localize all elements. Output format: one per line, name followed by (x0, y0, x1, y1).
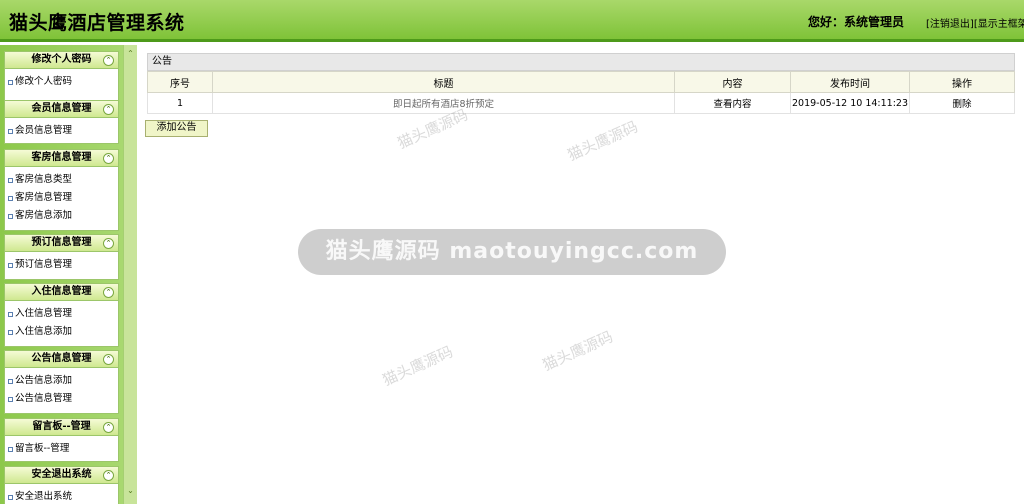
menu-head-label: 安全退出系统 (31, 469, 92, 480)
collapse-icon[interactable]: ⌃ (103, 354, 114, 365)
cell-time: 2019-05-12 10 14:11:23 (790, 92, 910, 114)
cell-title: 即日起所有酒店8折预定 (212, 92, 675, 114)
menu-head[interactable]: 修改个人密码 ⌃ (4, 51, 119, 69)
sidebar: 修改个人密码 ⌃ 修改个人密码 会员信息管理 ⌃ 会员信息管理 客房信息管理 ⌃ 客房… (0, 45, 123, 504)
menu-head[interactable]: 安全退出系统 ⌃ (4, 466, 119, 484)
menu-head[interactable]: 入住信息管理 ⌃ (4, 283, 119, 301)
app-title: 猫头鹰酒店管理系统 (9, 12, 185, 34)
sidebar-scrollbar[interactable]: ⌃ ⌄ (123, 45, 137, 504)
menu-body: 留言板--管理 (4, 436, 119, 462)
menu-head-label: 入住信息管理 (31, 286, 92, 297)
menu-body: 会员信息管理 (4, 118, 119, 144)
column-header-content: 内容 (674, 71, 791, 93)
menu-section-password: 修改个人密码 ⌃ 修改个人密码 (4, 51, 119, 101)
delete-link[interactable]: 删除 (909, 92, 1015, 114)
sidebar-item-room-manage[interactable]: 客房信息管理 (5, 189, 118, 207)
header-bar: 猫头鹰酒店管理系统 您好：系统管理员 [注销退出][显示主框架] (0, 0, 1024, 42)
sidebar-item-booking-manage[interactable]: 预订信息管理 (5, 256, 118, 274)
column-header-action: 操作 (909, 71, 1015, 93)
menu-head[interactable]: 客房信息管理 ⌃ (4, 149, 119, 167)
menu-head[interactable]: 公告信息管理 ⌃ (4, 350, 119, 368)
sidebar-item-notice-add[interactable]: 公告信息添加 (5, 372, 118, 390)
logout-link[interactable]: [注销退出] (926, 19, 974, 30)
panel-title: 公告 (147, 53, 1015, 71)
cell-id: 1 (147, 92, 213, 114)
menu-head-label: 留言板--管理 (32, 421, 91, 432)
collapse-icon[interactable]: ⌃ (103, 55, 114, 66)
sidebar-item-change-password[interactable]: 修改个人密码 (5, 73, 118, 91)
header-links: [注销退出][显示主框架] (926, 15, 1024, 30)
watermark-banner: 猫头鹰源码 maotouyingcc.com (298, 229, 726, 275)
sidebar-item-room-type[interactable]: 客房信息类型 (5, 171, 118, 189)
menu-head[interactable]: 留言板--管理 ⌃ (4, 418, 119, 436)
menu-body: 安全退出系统 (4, 484, 119, 504)
menu-section-notice: 公告信息管理 ⌃ 公告信息添加 公告信息管理 (4, 350, 119, 414)
menu-section-member: 会员信息管理 ⌃ 会员信息管理 (4, 100, 119, 144)
view-content-link[interactable]: 查看内容 (674, 92, 791, 114)
table-header-row: 序号 标题 内容 发布时间 操作 (147, 71, 1015, 93)
column-header-id: 序号 (147, 71, 213, 93)
menu-head[interactable]: 会员信息管理 ⌃ (4, 100, 119, 118)
collapse-icon[interactable]: ⌃ (103, 422, 114, 433)
sidebar-item-checkin-add[interactable]: 入住信息添加 (5, 323, 118, 341)
collapse-icon[interactable]: ⌃ (103, 470, 114, 481)
scroll-up-icon[interactable]: ⌃ (126, 49, 135, 58)
menu-section-message: 留言板--管理 ⌃ 留言板--管理 (4, 418, 119, 462)
notice-panel: 公告 序号 标题 内容 发布时间 操作 1 即日起所有酒店8折预定 查看内容 2… (147, 53, 1015, 114)
column-header-time: 发布时间 (790, 71, 910, 93)
collapse-icon[interactable]: ⌃ (103, 287, 114, 298)
collapse-icon[interactable]: ⌃ (103, 238, 114, 249)
menu-body: 入住信息管理 入住信息添加 (4, 301, 119, 347)
menu-section-room: 客房信息管理 ⌃ 客房信息类型 客房信息管理 客房信息添加 (4, 149, 119, 231)
sidebar-item-message-manage[interactable]: 留言板--管理 (5, 440, 118, 458)
add-notice-button[interactable]: 添加公告 (145, 120, 208, 137)
menu-head-label: 会员信息管理 (31, 103, 92, 114)
notice-table: 序号 标题 内容 发布时间 操作 1 即日起所有酒店8折预定 查看内容 2019… (147, 71, 1015, 114)
menu-section-booking: 预订信息管理 ⌃ 预订信息管理 (4, 234, 119, 280)
collapse-icon[interactable]: ⌃ (103, 104, 114, 115)
welcome-text: 您好：系统管理员 (808, 15, 905, 29)
sidebar-item-notice-manage[interactable]: 公告信息管理 (5, 390, 118, 408)
sidebar-item-member-manage[interactable]: 会员信息管理 (5, 122, 118, 140)
menu-body: 修改个人密码 (4, 69, 119, 101)
menu-head-label: 公告信息管理 (31, 353, 92, 364)
menu-body: 客房信息类型 客房信息管理 客房信息添加 (4, 167, 119, 231)
sidebar-item-checkin-manage[interactable]: 入住信息管理 (5, 305, 118, 323)
scroll-down-icon[interactable]: ⌄ (126, 486, 135, 495)
table-row: 1 即日起所有酒店8折预定 查看内容 2019-05-12 10 14:11:2… (147, 92, 1015, 114)
menu-head-label: 修改个人密码 (31, 54, 92, 65)
menu-head-label: 预订信息管理 (31, 237, 92, 248)
menu-body: 公告信息添加 公告信息管理 (4, 368, 119, 414)
menu-section-logout: 安全退出系统 ⌃ 安全退出系统 (4, 466, 119, 504)
column-header-title: 标题 (212, 71, 675, 93)
sidebar-item-safe-exit[interactable]: 安全退出系统 (5, 488, 118, 504)
collapse-icon[interactable]: ⌃ (103, 153, 114, 164)
menu-head[interactable]: 预订信息管理 ⌃ (4, 234, 119, 252)
sidebar-item-room-add[interactable]: 客房信息添加 (5, 207, 118, 225)
show-frame-link[interactable]: [显示主框架] (974, 19, 1024, 30)
menu-head-label: 客房信息管理 (31, 152, 92, 163)
menu-body: 预订信息管理 (4, 252, 119, 280)
menu-section-checkin: 入住信息管理 ⌃ 入住信息管理 入住信息添加 (4, 283, 119, 347)
